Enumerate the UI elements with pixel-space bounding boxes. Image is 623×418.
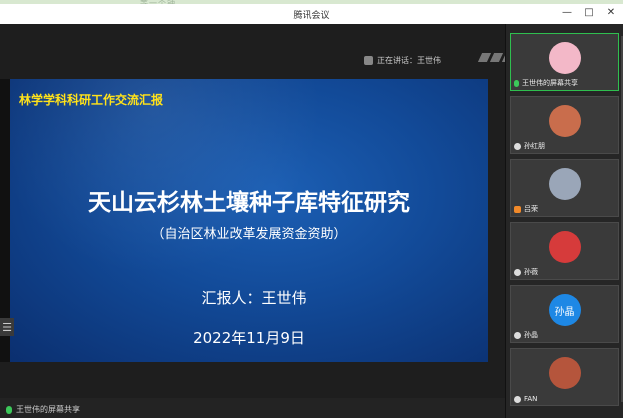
title-bar: 腾讯会议 — □ ✕: [0, 4, 623, 24]
shared-slide: 林学学科科研工作交流汇报 天山云杉林土壤种子库特征研究 （自治区林业改革发展资金…: [10, 79, 488, 362]
close-button[interactable]: ✕: [605, 7, 617, 18]
avatar: [548, 231, 581, 263]
mic-icon: [6, 405, 12, 414]
minimize-button[interactable]: —: [561, 7, 573, 18]
maximize-button[interactable]: □: [583, 7, 595, 18]
mic-icon: [514, 79, 519, 87]
participant-name-text: 孙薇: [524, 268, 538, 276]
user-icon: [514, 205, 521, 213]
participant-tile[interactable]: 孙薇: [510, 222, 619, 280]
participant-tile[interactable]: 王世伟的屏幕共享: [510, 33, 619, 91]
slide-reporter: 汇报人：王世伟: [201, 289, 307, 307]
participant-name: 孙红朋: [514, 141, 545, 151]
slide-glow: [10, 79, 488, 362]
participant-tile[interactable]: FAN: [510, 348, 619, 406]
avatar: [548, 357, 581, 389]
user-icon: [514, 268, 521, 276]
avatar: [548, 42, 581, 74]
participant-tile[interactable]: 孙晶 孙晶: [510, 285, 619, 343]
speaker-avatar-icon: [364, 56, 373, 65]
menu-icon: ☰: [2, 320, 12, 334]
window-controls: — □ ✕: [561, 7, 617, 18]
avatar: [548, 105, 581, 137]
slide-date: 2022年11月9日: [193, 329, 305, 347]
participant-name: 孙晶: [514, 330, 538, 340]
user-icon: [514, 395, 521, 403]
participant-name: FAN: [514, 395, 537, 403]
side-panel-handle[interactable]: ☰: [0, 318, 14, 336]
participant-name-text: FAN: [524, 395, 538, 403]
user-icon: [514, 142, 521, 150]
participant-tile[interactable]: 吕荣: [510, 159, 619, 217]
speaking-label: 正在讲话：王世伟: [377, 56, 441, 65]
participant-name-text: 孙红朋: [524, 142, 545, 150]
participant-tile[interactable]: 孙红朋: [510, 96, 619, 154]
participant-name: 吕荣: [514, 204, 538, 214]
participant-name-text: 吕荣: [524, 205, 538, 213]
screen-share-label: 王世伟的屏幕共享: [6, 404, 80, 415]
slide-title: 天山云杉林土壤种子库特征研究: [88, 190, 410, 216]
participant-name: 王世伟的屏幕共享: [514, 78, 578, 88]
participant-name-text: 王世伟的屏幕共享: [522, 79, 578, 87]
screen-share-owner: 王世伟的屏幕共享: [16, 405, 80, 414]
user-icon: [514, 331, 521, 339]
participant-name-text: 孙晶: [524, 331, 538, 339]
avatar: 孙晶: [548, 294, 581, 326]
slide-header: 林学学科科研工作交流汇报: [19, 93, 164, 107]
window-title: 腾讯会议: [293, 10, 330, 21]
speaking-indicator: 正在讲话：王世伟: [364, 55, 441, 66]
slide-subtitle: （自治区林业改革发展资金资助）: [151, 227, 347, 242]
avatar: [548, 168, 581, 200]
participant-name: 孙薇: [514, 267, 538, 277]
